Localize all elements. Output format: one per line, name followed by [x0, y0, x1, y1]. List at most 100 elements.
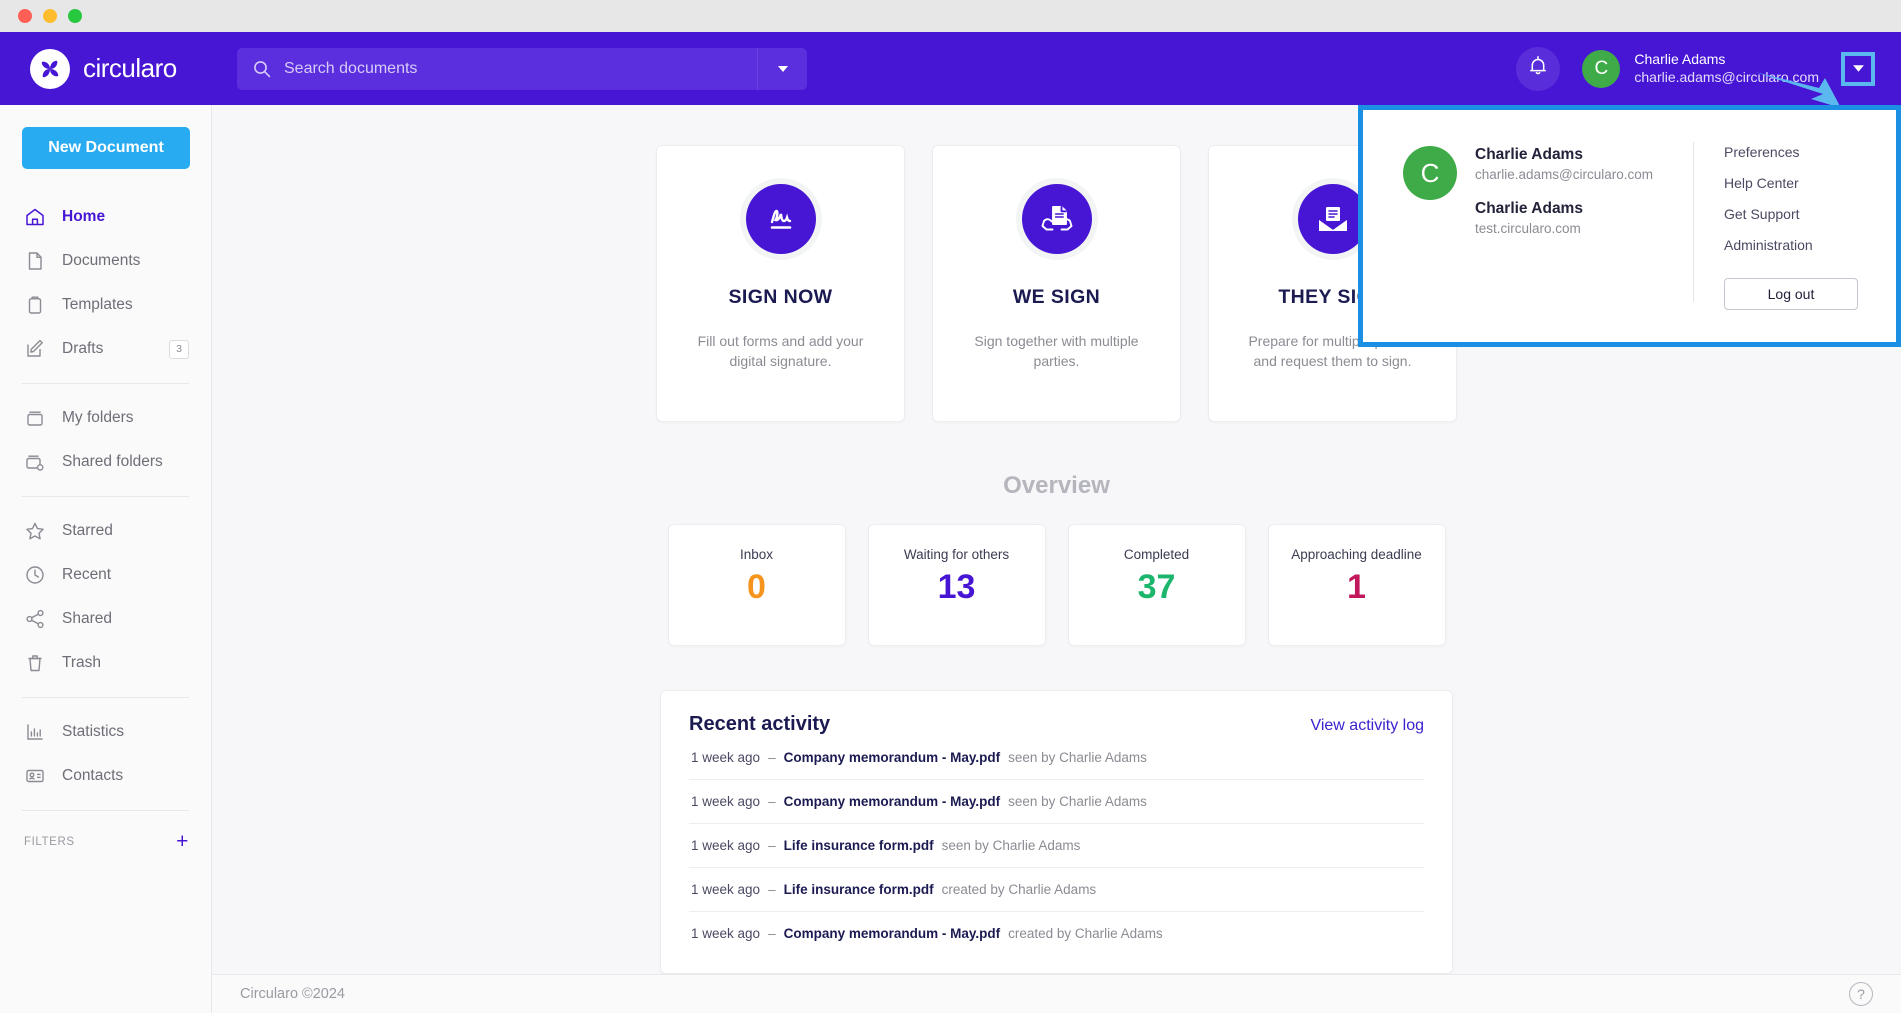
recent-activity-card: Recent activity View activity log 1 week… — [660, 690, 1453, 974]
sidebar-item-home[interactable]: Home — [0, 195, 211, 239]
action-card-title: SIGN NOW — [729, 286, 833, 309]
sidebar-item-label: Recent — [62, 566, 111, 584]
sidebar-divider — [22, 496, 189, 497]
two-hands-document-icon — [1022, 184, 1092, 254]
stat-card-inbox[interactable]: Inbox 0 — [668, 524, 846, 646]
signature-icon — [746, 184, 816, 254]
trash-icon — [24, 652, 46, 674]
table-row[interactable]: 1 week ago – Life insurance form.pdf cre… — [689, 868, 1424, 912]
filters-label: FILTERS — [24, 836, 75, 848]
sidebar-item-shared-folders[interactable]: Shared folders — [0, 440, 211, 484]
menu-item-get-support[interactable]: Get Support — [1724, 206, 1858, 222]
sidebar-item-recent[interactable]: Recent — [0, 553, 211, 597]
menu-item-help-center[interactable]: Help Center — [1724, 175, 1858, 191]
activity-action-text: created by Charlie Adams — [942, 882, 1097, 897]
stat-card-waiting-for-others[interactable]: Waiting for others 13 — [868, 524, 1046, 646]
sidebar-item-my-folders[interactable]: My folders — [0, 396, 211, 440]
window-close-button[interactable] — [18, 9, 32, 23]
activity-time: 1 week ago — [691, 882, 760, 897]
brand-name: circularo — [83, 53, 177, 84]
view-activity-log-link[interactable]: View activity log — [1310, 717, 1424, 735]
action-card-we-sign[interactable]: WE SIGN Sign together with multiple part… — [932, 145, 1181, 422]
question-mark-icon[interactable]: ? — [1849, 982, 1873, 1006]
recent-activity-header: Recent activity View activity log — [689, 713, 1424, 736]
stat-value: 0 — [747, 570, 766, 604]
filters-section-header: FILTERS + — [0, 823, 211, 852]
recent-activity-title: Recent activity — [689, 713, 830, 736]
new-document-button[interactable]: New Document — [22, 127, 190, 169]
activity-time: 1 week ago — [691, 926, 760, 941]
menu-item-preferences[interactable]: Preferences — [1724, 144, 1858, 160]
window-zoom-button[interactable] — [68, 9, 82, 23]
account-entry-secondary[interactable]: Charlie Adams test.circularo.com — [1475, 200, 1693, 236]
sidebar-item-documents[interactable]: Documents — [0, 239, 211, 283]
activity-dash: – — [768, 926, 776, 941]
search-input[interactable] — [271, 60, 757, 78]
activity-document-name: Life insurance form.pdf — [784, 838, 934, 853]
icon-ring — [1016, 178, 1098, 260]
action-card-sign-now[interactable]: SIGN NOW Fill out forms and add your dig… — [656, 145, 905, 422]
sidebar-item-label: Starred — [62, 522, 113, 540]
search-filter-dropdown-button[interactable] — [757, 48, 807, 90]
window-minimize-button[interactable] — [43, 9, 57, 23]
sidebar-item-statistics[interactable]: Statistics — [0, 710, 211, 754]
sidebar-item-starred[interactable]: Starred — [0, 509, 211, 553]
share-icon — [24, 608, 46, 630]
log-out-button[interactable]: Log out — [1724, 278, 1858, 310]
folder-icon — [24, 407, 46, 429]
user-account-block[interactable]: C Charlie Adams charlie.adams@circularo.… — [1582, 50, 1819, 88]
user-menu-toggle-button[interactable] — [1841, 52, 1875, 86]
circularo-logo-icon — [30, 49, 70, 89]
sidebar: New Document Home Documents — [0, 105, 212, 1013]
app-header: circularo C — [0, 32, 1901, 105]
sidebar-item-drafts[interactable]: Drafts 3 — [0, 327, 211, 371]
search-bar[interactable] — [237, 48, 807, 90]
account-name: Charlie Adams — [1475, 200, 1693, 218]
chevron-down-icon — [1852, 64, 1865, 73]
sidebar-item-label: Home — [62, 208, 105, 226]
sidebar-item-label: Contacts — [62, 767, 123, 785]
sidebar-item-label: Trash — [62, 654, 101, 672]
icon-ring — [740, 178, 822, 260]
table-row[interactable]: 1 week ago – Life insurance form.pdf see… — [689, 824, 1424, 868]
action-card-description: Sign together with multiple parties. — [933, 331, 1180, 372]
account-entry-primary[interactable]: Charlie Adams charlie.adams@circularo.co… — [1475, 146, 1693, 182]
menu-item-administration[interactable]: Administration — [1724, 237, 1858, 253]
user-text: Charlie Adams charlie.adams@circularo.co… — [1634, 51, 1819, 86]
stat-card-completed[interactable]: Completed 37 — [1068, 524, 1246, 646]
table-row[interactable]: 1 week ago – Company memorandum - May.pd… — [689, 780, 1424, 824]
sidebar-item-shared[interactable]: Shared — [0, 597, 211, 641]
notifications-button[interactable] — [1516, 47, 1560, 91]
activity-dash: – — [768, 750, 776, 765]
sidebar-item-label: Shared — [62, 610, 112, 628]
sidebar-item-label: Shared folders — [62, 453, 163, 471]
sidebar-item-templates[interactable]: Templates — [0, 283, 211, 327]
avatar: C — [1403, 146, 1457, 200]
stat-label: Completed — [1124, 547, 1189, 562]
envelope-document-icon — [1298, 184, 1368, 254]
sidebar-item-label: Statistics — [62, 723, 124, 741]
sidebar-item-label: Drafts — [62, 340, 103, 358]
activity-dash: – — [768, 838, 776, 853]
drafts-count-badge: 3 — [169, 340, 189, 359]
stat-card-approaching-deadline[interactable]: Approaching deadline 1 — [1268, 524, 1446, 646]
action-card-description: Fill out forms and add your digital sign… — [657, 331, 904, 372]
table-row[interactable]: 1 week ago – Company memorandum - May.pd… — [689, 912, 1424, 955]
sidebar-item-trash[interactable]: Trash — [0, 641, 211, 685]
template-icon — [24, 294, 46, 316]
copyright-text: Circularo ©2024 — [240, 986, 345, 1002]
header-right: C Charlie Adams charlie.adams@circularo.… — [1516, 47, 1901, 91]
activity-document-name: Company memorandum - May.pdf — [784, 750, 1001, 765]
contact-card-icon — [24, 765, 46, 787]
activity-time: 1 week ago — [691, 750, 760, 765]
window-titlebar — [0, 0, 1901, 32]
chevron-down-icon — [777, 65, 789, 73]
plus-icon[interactable]: + — [176, 831, 189, 852]
stats-row: Inbox 0 Waiting for others 13 Completed … — [212, 524, 1901, 646]
user-email: charlie.adams@circularo.com — [1634, 69, 1819, 87]
bar-chart-icon — [24, 721, 46, 743]
table-row[interactable]: 1 week ago – Company memorandum - May.pd… — [689, 736, 1424, 780]
sidebar-item-contacts[interactable]: Contacts — [0, 754, 211, 798]
stat-label: Waiting for others — [904, 547, 1009, 562]
brand[interactable]: circularo — [0, 49, 212, 89]
